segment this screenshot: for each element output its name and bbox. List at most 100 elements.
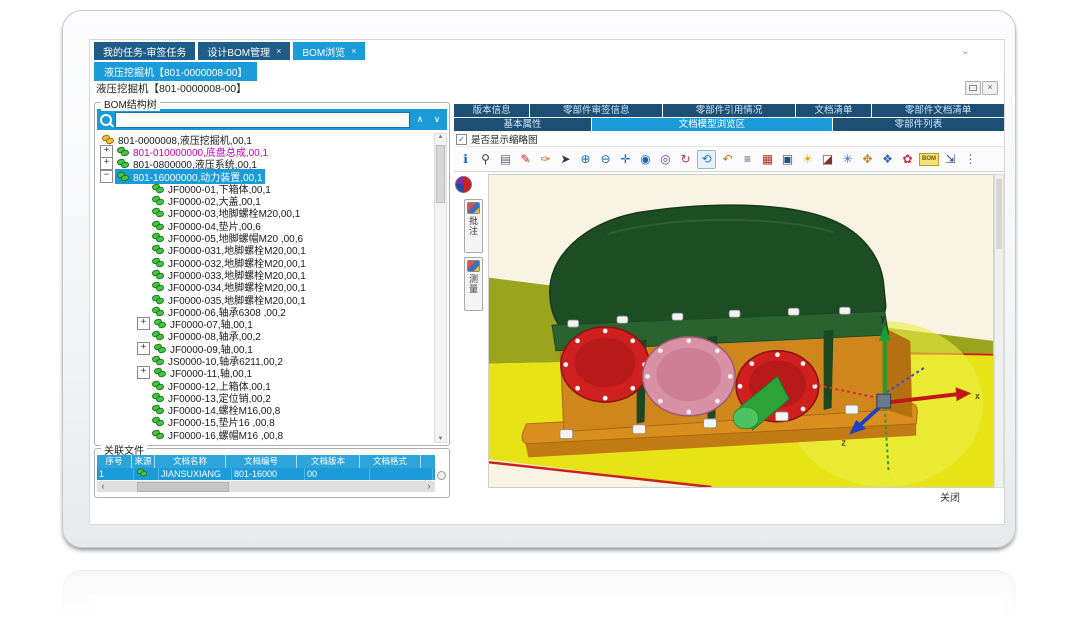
close-panel-button[interactable]: 关闭 <box>940 615 960 620</box>
file-col-6[interactable]: 文档格式 <box>360 455 421 468</box>
close-window-button[interactable]: × <box>982 81 998 95</box>
model-viewport[interactable]: x y z <box>488 174 994 488</box>
toolbar-move-part-icon[interactable]: ✥ <box>859 151 876 168</box>
toolbar-zoom-out-icon[interactable]: ⊖ <box>597 151 614 168</box>
tree-item[interactable]: JF0000-03,地脚螺栓M20,00,1 <box>97 207 435 219</box>
file-col-2[interactable]: 来源 <box>132 455 155 468</box>
part-link-icon <box>152 221 165 230</box>
table-row[interactable]: 1JIANSUXIANG801-1600000 <box>97 468 435 480</box>
scroll-right-icon[interactable]: › <box>423 481 435 492</box>
viewer-side-tab-label: 测量 <box>467 274 480 294</box>
table-hscrollbar[interactable]: ‹› <box>97 481 435 492</box>
tree-scrollbar[interactable]: ▲▼ <box>434 133 447 443</box>
left-pane: BOM结构树 ∧ ∨ 801-0000008,液压挖掘机,00,1+801-01… <box>94 98 450 518</box>
toolbar-measure-icon[interactable]: ⇲ <box>942 151 959 168</box>
restore-button[interactable] <box>965 81 981 95</box>
thumbnail-checkbox[interactable]: ✓ <box>456 134 467 145</box>
toolbar-print-icon[interactable]: ▤ <box>497 151 514 168</box>
viewer-side-tab[interactable]: 测量 <box>464 257 483 311</box>
toolbar-pan-icon[interactable]: ✛ <box>617 151 634 168</box>
tree-wrap: 801-0000008,液压挖掘机,00,1+801-010000000,底盘总… <box>97 133 447 443</box>
toolbar-more-icon[interactable]: ⋮ <box>962 151 979 168</box>
expand-icon[interactable]: + <box>100 157 113 170</box>
display-mode-button[interactable] <box>455 176 472 193</box>
toolbar-brush-icon[interactable]: ✑ <box>537 151 554 168</box>
panel-tab[interactable]: 零部件引用情况 <box>663 104 795 117</box>
tab-3[interactable]: BOM浏览× <box>293 42 365 60</box>
toolbar-section-icon[interactable]: ◪ <box>819 151 836 168</box>
part-link-icon <box>117 159 130 168</box>
tabbar-overflow-chevron-icon[interactable]: ⌄ <box>961 44 970 57</box>
toolbar-bom-tag-icon[interactable]: BOM <box>919 153 939 166</box>
expand-icon[interactable]: + <box>137 342 150 355</box>
panel-tab[interactable]: 零部件列表 <box>833 118 1004 131</box>
toolbar-light-icon[interactable]: ☀ <box>799 151 816 168</box>
table-side-button[interactable] <box>437 471 446 480</box>
axis-x-label: x <box>975 391 980 401</box>
bom-tree-group-label: BOM结构树 <box>101 96 160 111</box>
tree-item[interactable]: JF0000-01,下箱体,00,1 <box>97 182 435 194</box>
toolbar-info-icon[interactable]: ℹ <box>457 151 474 168</box>
toolbar-assembly-icon[interactable]: ❖ <box>879 151 896 168</box>
scroll-up-icon[interactable]: ▲ <box>438 134 444 140</box>
toolbar-camera-view-icon[interactable]: ▣ <box>779 151 796 168</box>
viewport-scroll-thumb[interactable] <box>996 179 1002 249</box>
panel-tab[interactable]: 文档清单 <box>796 104 871 117</box>
file-col-4[interactable]: 文档编号 <box>226 455 297 468</box>
toolbar-rotate-icon[interactable]: ↻ <box>677 151 694 168</box>
tree-item[interactable]: JF0000-08,轴承,00,2 <box>97 330 435 342</box>
subtab-item[interactable]: 液压挖掘机【801-0000008-00】 <box>94 62 257 81</box>
toolbar-zoom-window-icon[interactable]: ◉ <box>637 151 654 168</box>
viewport-scrollbar[interactable] <box>994 174 1004 488</box>
toolbar-layers-icon[interactable]: ≡ <box>739 151 756 168</box>
toolbar-select-cursor-icon[interactable]: ➤ <box>557 151 574 168</box>
toolbar-markup-pencil-icon[interactable]: ✎ <box>517 151 534 168</box>
search-prev-icon[interactable]: ∧ <box>413 114 427 125</box>
file-col-1[interactable]: 序号 <box>97 455 132 468</box>
panel-tab[interactable]: 文档模型浏览区 <box>592 118 832 131</box>
table-header: 序号来源文档名称文档编号文档版本文档格式 <box>97 455 435 468</box>
file-col-3[interactable]: 文档名称 <box>155 455 226 468</box>
tree-item[interactable]: JF0000-06,轴承6308 ,00,2 <box>97 305 435 317</box>
panel-tab[interactable]: 版本信息 <box>454 104 529 117</box>
toolbar-zoom-select-icon[interactable]: ◎ <box>657 151 674 168</box>
panel-tab[interactable]: 基本属性 <box>454 118 591 131</box>
toolbar-zoom-in-icon[interactable]: ⊕ <box>577 151 594 168</box>
tree-item[interactable]: +JF0000-07,轴,00,1 <box>97 317 435 329</box>
app-area: 我的任务-审签任务设计BOM管理×BOM浏览× ⌄ 液压挖掘机【801-0000… <box>89 39 1005 525</box>
axis-z-label: z <box>841 438 845 448</box>
file-col-5[interactable]: 文档版本 <box>297 455 360 468</box>
right-pane: 版本信息零部件审签信息零部件引用情况文档清单零部件文档清单 基本属性文档模型浏览… <box>454 98 1004 518</box>
scroll-down-icon[interactable]: ▼ <box>435 436 446 442</box>
part-link-icon <box>154 368 167 377</box>
toolbar-undo-icon[interactable]: ↶ <box>719 151 736 168</box>
tab-close-icon[interactable]: × <box>276 46 281 56</box>
tree-search-input[interactable] <box>115 112 410 128</box>
toolbar-spin-icon[interactable]: ⟲ <box>697 150 716 169</box>
tab-close-icon[interactable]: × <box>351 46 356 56</box>
toolbar-explode-icon[interactable]: ✳ <box>839 151 856 168</box>
panel-tab[interactable]: 零部件文档清单 <box>872 104 1004 117</box>
hscroll-thumb[interactable] <box>137 482 229 492</box>
toolbar-grid-view-icon[interactable]: ▦ <box>759 151 776 168</box>
close-panel-button[interactable]: 关闭 <box>940 489 960 504</box>
panel-tab[interactable]: 零部件审签信息 <box>530 104 662 117</box>
tree-item[interactable]: JS0000-10,轴承6211,00,2 <box>97 354 435 366</box>
tree-item[interactable]: JF0000-16,螺帽M16 ,00,8 <box>97 428 435 440</box>
scroll-thumb[interactable] <box>436 145 445 203</box>
collapse-icon[interactable]: − <box>100 170 113 183</box>
tab-1[interactable]: 我的任务-审签任务 <box>94 42 195 60</box>
expand-icon[interactable]: + <box>137 366 150 379</box>
file-cell: 00 <box>305 468 370 480</box>
tab-2[interactable]: 设计BOM管理× <box>198 42 290 60</box>
part-link-icon <box>117 172 130 181</box>
toolbar-find-document-icon[interactable]: ⚲ <box>477 151 494 168</box>
part-link-icon <box>152 270 165 279</box>
viewer-side-tab[interactable]: 批注 <box>464 199 483 253</box>
expand-icon[interactable]: + <box>137 317 150 330</box>
flange-middle-pink <box>643 337 736 416</box>
search-next-icon[interactable]: ∨ <box>430 114 444 125</box>
scroll-left-icon[interactable]: ‹ <box>97 481 109 492</box>
toolbar-paint-part-icon[interactable]: ✿ <box>899 151 916 168</box>
expand-icon[interactable]: + <box>100 145 113 158</box>
